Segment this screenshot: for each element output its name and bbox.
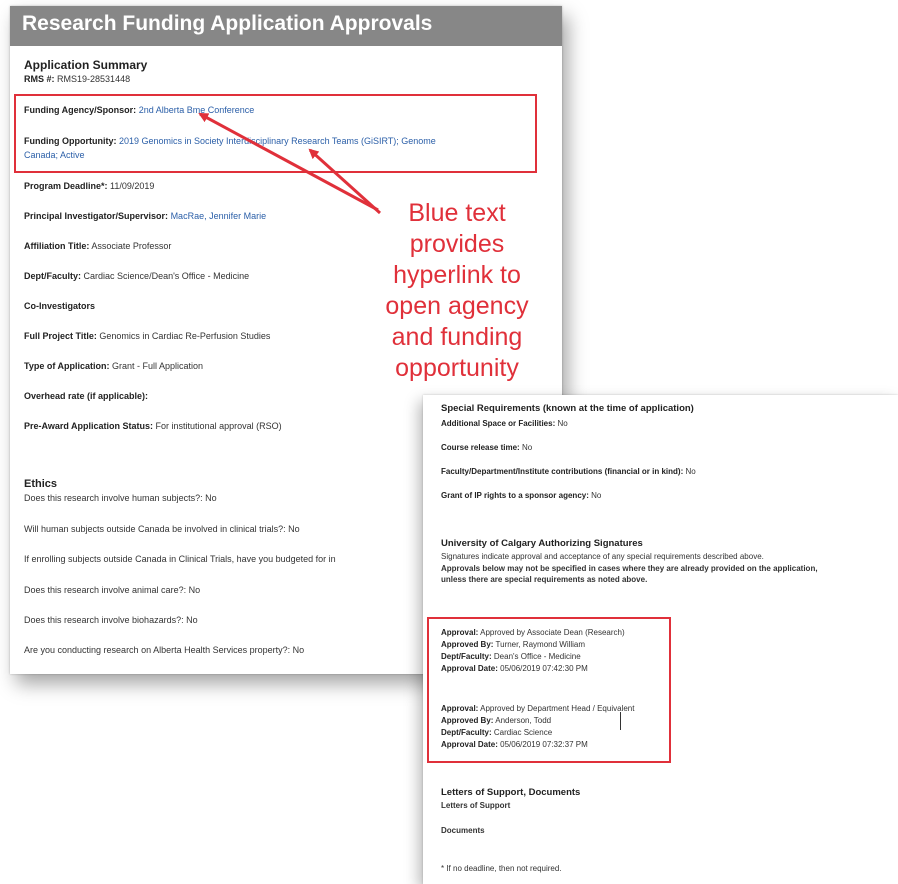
annotation-line: and funding [391, 323, 523, 351]
contrib-label: Faculty/Department/Institute contributio… [441, 467, 684, 476]
course-value: No [521, 443, 533, 452]
signatures-heading: University of Calgary Authorizing Signat… [441, 538, 643, 549]
annotation-line: open agency [385, 292, 529, 320]
ip-value: No [591, 491, 602, 500]
course-label: Course release time: [441, 443, 520, 452]
special-heading: Special Requirements (known at the time … [441, 403, 694, 414]
contrib-row: Faculty/Department/Institute contributio… [441, 467, 696, 476]
arrow-to-agency [198, 112, 379, 212]
approvals-highlight-box [427, 617, 671, 763]
signatures-note: Signatures indicate approval and accepta… [441, 552, 764, 561]
course-row: Course release time: No [441, 443, 532, 452]
space-label: Additional Space or Facilities: [441, 419, 556, 428]
letters-heading: Letters of Support, Documents [441, 787, 581, 798]
text-cursor [620, 712, 621, 730]
space-row: Additional Space or Facilities: No [441, 419, 568, 428]
ip-row: Grant of IP rights to a sponsor agency: … [441, 491, 601, 500]
annotation-line: Blue text [408, 199, 506, 227]
annotation-text: Blue text provides hyperlink to open age… [362, 198, 552, 384]
ip-label: Grant of IP rights to a sponsor agency: [441, 491, 589, 500]
contrib-value: No [685, 467, 696, 476]
annotation-line: provides [409, 230, 505, 258]
footnote: * If no deadline, then not required. [441, 864, 562, 873]
letters-of-support-label: Letters of Support [441, 801, 511, 810]
annotation-line: hyperlink to [393, 261, 521, 289]
annotation-line: opportunity [395, 354, 519, 382]
signatures-note-bold-2: unless there are special requirements as… [441, 575, 648, 584]
space-value: No [557, 419, 568, 428]
signatures-note-bold-1: Approvals below may not be specified in … [441, 564, 818, 573]
documents-label: Documents [441, 826, 485, 835]
